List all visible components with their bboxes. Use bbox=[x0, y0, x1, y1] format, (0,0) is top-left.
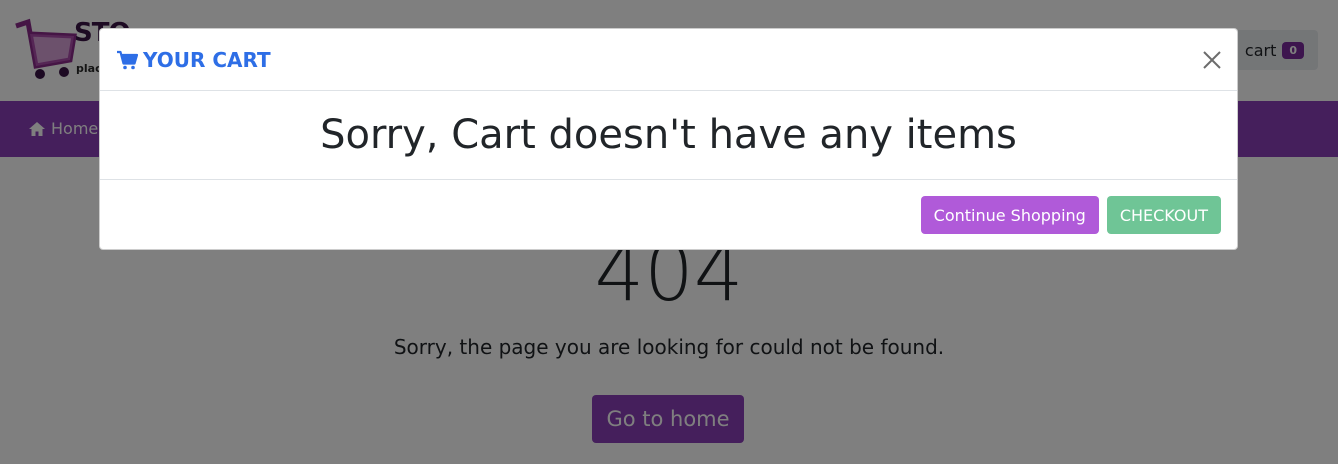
shopping-cart-icon bbox=[117, 50, 138, 69]
empty-cart-message: Sorry, Cart doesn't have any items bbox=[320, 112, 1017, 158]
close-icon bbox=[1203, 51, 1221, 69]
modal-title-text: YOUR CART bbox=[143, 47, 271, 72]
modal-header: YOUR CART bbox=[100, 29, 1237, 91]
modal-title: YOUR CART bbox=[116, 48, 271, 72]
checkout-button[interactable]: CHECKOUT bbox=[1106, 196, 1221, 234]
cart-modal: YOUR CART Sorry, Cart doesn't have any i… bbox=[99, 28, 1238, 250]
modal-body: Sorry, Cart doesn't have any items bbox=[100, 91, 1237, 180]
modal-close-button[interactable] bbox=[1201, 49, 1223, 71]
continue-shopping-button[interactable]: Continue Shopping bbox=[920, 196, 1099, 234]
modal-footer: Continue Shopping CHECKOUT bbox=[100, 180, 1237, 250]
